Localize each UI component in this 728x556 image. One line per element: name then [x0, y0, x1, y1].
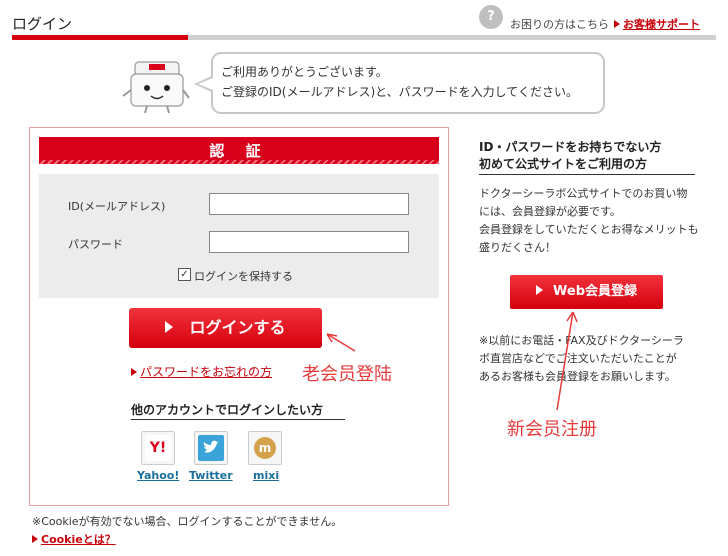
annotation-arrows [326, 311, 578, 411]
old-member-annotation: 老会员登陆 [302, 364, 392, 385]
new-member-annotation: 新会员注册 [507, 419, 597, 440]
